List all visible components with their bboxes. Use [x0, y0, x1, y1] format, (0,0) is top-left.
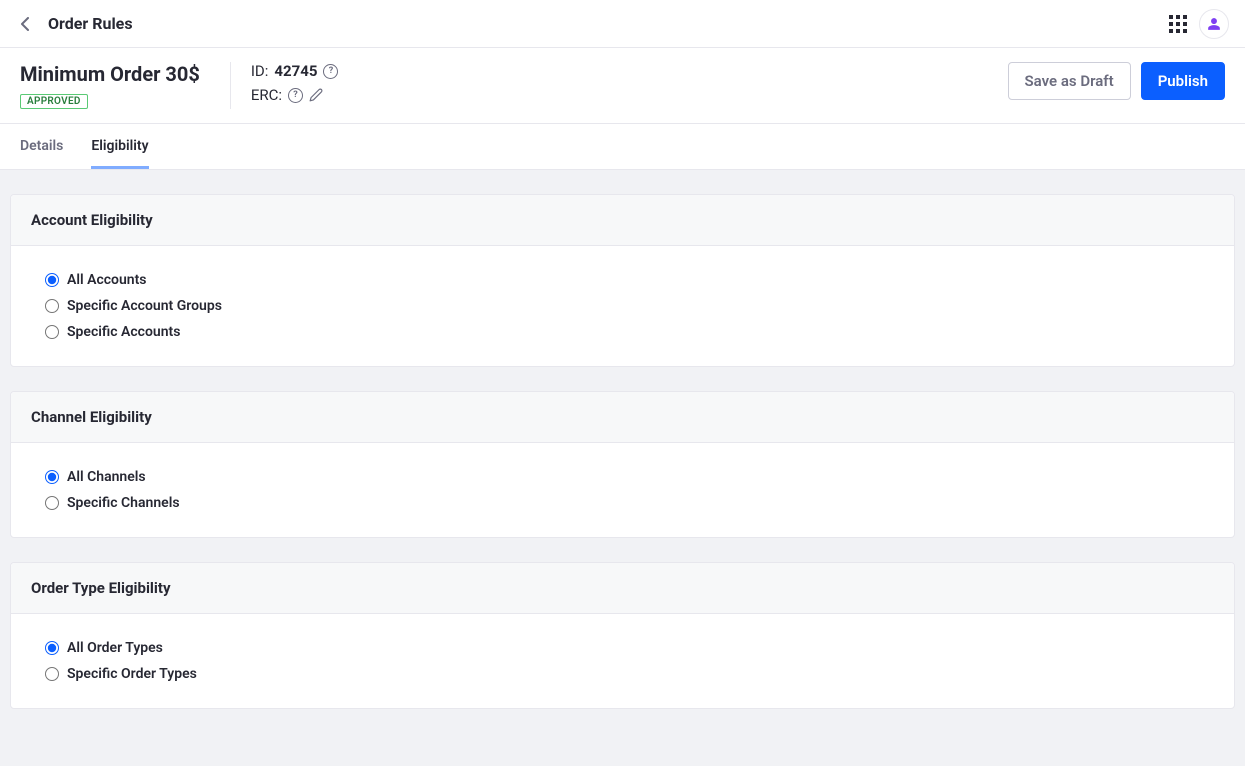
info-icon[interactable]: ?: [288, 88, 303, 103]
breadcrumb-title: Order Rules: [48, 14, 133, 33]
back-button[interactable]: [16, 15, 34, 33]
publish-button[interactable]: Publish: [1141, 62, 1225, 100]
page-header-left: Minimum Order 30$ APPROVED ID: 42745 ? E…: [20, 62, 338, 109]
pencil-icon: [309, 88, 323, 102]
account-eligibility-card: Account Eligibility All Accounts Specifi…: [10, 194, 1235, 367]
card-body: All Order Types Specific Order Types: [11, 614, 1234, 708]
radio-specific-account-groups[interactable]: Specific Account Groups: [45, 298, 1200, 314]
card-body: All Channels Specific Channels: [11, 443, 1234, 537]
radio-specific-channels[interactable]: Specific Channels: [45, 495, 1200, 511]
tabs-bar: Details Eligibility: [0, 124, 1245, 170]
meta-erc-row: ERC: ?: [251, 86, 339, 104]
radio-label: All Order Types: [67, 640, 163, 656]
title-block: Minimum Order 30$ APPROVED: [20, 62, 231, 109]
page-title: Minimum Order 30$: [20, 62, 200, 86]
tab-eligibility[interactable]: Eligibility: [91, 124, 148, 169]
radio-label: All Accounts: [67, 272, 147, 288]
radio-specific-order-types[interactable]: Specific Order Types: [45, 666, 1200, 682]
radio-input-all-channels[interactable]: [45, 470, 59, 484]
order-type-eligibility-card: Order Type Eligibility All Order Types S…: [10, 562, 1235, 709]
top-bar-right: [1169, 9, 1229, 39]
meta-block: ID: 42745 ? ERC: ?: [251, 62, 339, 104]
id-label: ID:: [251, 62, 269, 80]
radio-label: Specific Account Groups: [67, 298, 222, 314]
radio-input-all-order-types[interactable]: [45, 641, 59, 655]
card-title: Channel Eligibility: [11, 392, 1234, 443]
meta-id-row: ID: 42745 ?: [251, 62, 339, 80]
erc-label: ERC:: [251, 86, 282, 104]
channel-eligibility-card: Channel Eligibility All Channels Specifi…: [10, 391, 1235, 538]
main-content: Account Eligibility All Accounts Specifi…: [0, 170, 1245, 766]
top-bar: Order Rules: [0, 0, 1245, 48]
radio-input-specific-channels[interactable]: [45, 496, 59, 510]
radio-input-all-accounts[interactable]: [45, 273, 59, 287]
radio-label: All Channels: [67, 469, 146, 485]
edit-erc-button[interactable]: [309, 88, 323, 102]
radio-label: Specific Order Types: [67, 666, 197, 682]
info-icon[interactable]: ?: [323, 64, 338, 79]
card-title: Account Eligibility: [11, 195, 1234, 246]
tab-details[interactable]: Details: [20, 124, 63, 169]
radio-input-specific-account-groups[interactable]: [45, 299, 59, 313]
top-bar-left: Order Rules: [16, 14, 133, 33]
user-avatar[interactable]: [1199, 9, 1229, 39]
user-icon: [1207, 17, 1221, 31]
card-body: All Accounts Specific Account Groups Spe…: [11, 246, 1234, 366]
id-value: 42745: [274, 62, 317, 80]
radio-input-specific-accounts[interactable]: [45, 325, 59, 339]
page-header: Minimum Order 30$ APPROVED ID: 42745 ? E…: [0, 48, 1245, 124]
apps-icon[interactable]: [1169, 15, 1187, 33]
radio-label: Specific Channels: [67, 495, 180, 511]
radio-all-order-types[interactable]: All Order Types: [45, 640, 1200, 656]
card-title: Order Type Eligibility: [11, 563, 1234, 614]
radio-specific-accounts[interactable]: Specific Accounts: [45, 324, 1200, 340]
radio-all-accounts[interactable]: All Accounts: [45, 272, 1200, 288]
status-badge: APPROVED: [20, 94, 88, 109]
chevron-left-icon: [19, 17, 31, 31]
radio-all-channels[interactable]: All Channels: [45, 469, 1200, 485]
page-header-right: Save as Draft Publish: [1008, 62, 1225, 100]
radio-input-specific-order-types[interactable]: [45, 667, 59, 681]
radio-label: Specific Accounts: [67, 324, 180, 340]
save-draft-button[interactable]: Save as Draft: [1008, 62, 1131, 100]
